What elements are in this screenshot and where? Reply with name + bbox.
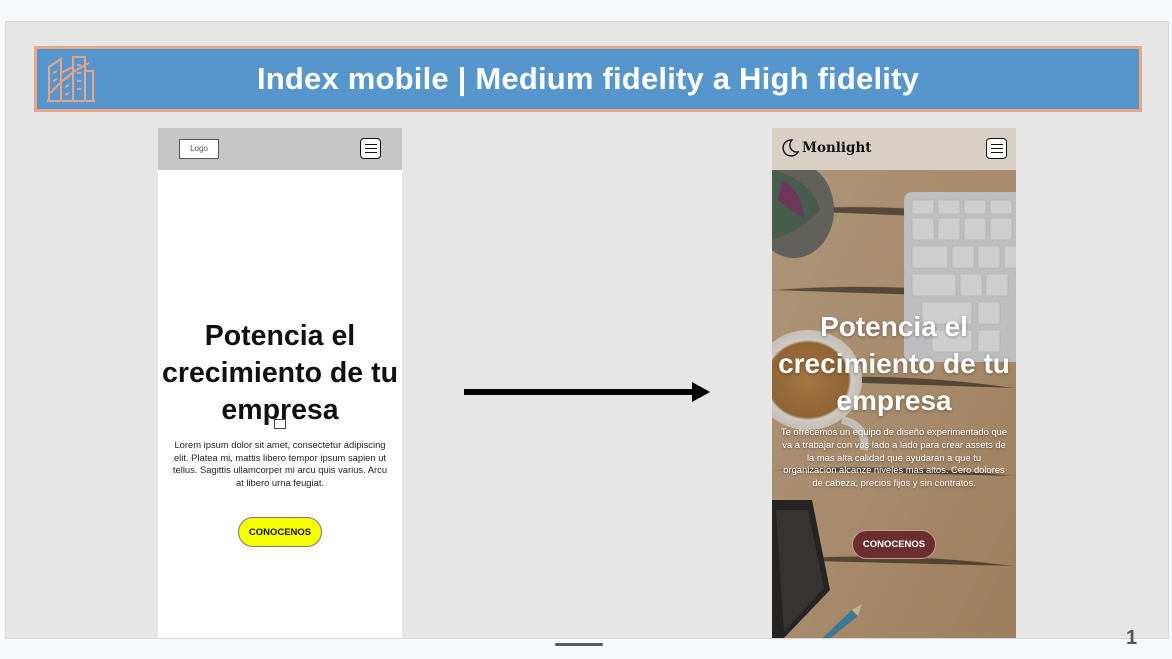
image-placeholder-icon xyxy=(274,419,286,429)
hf-header: Monlight xyxy=(772,128,1016,170)
hamburger-menu-icon[interactable] xyxy=(360,138,381,159)
title-banner: Index mobile | Medium fidelity a High fi… xyxy=(34,46,1142,112)
mf-body-text: Lorem ipsum dolor sit amet, consectetur … xyxy=(172,439,388,488)
hf-brand[interactable]: Monlight xyxy=(780,138,872,158)
hf-body-text: Te ofrecemos un equipo de diseño experim… xyxy=(780,426,1008,489)
page-number: 1 xyxy=(1126,627,1138,649)
scroll-indicator[interactable] xyxy=(555,643,603,646)
crescent-moon-icon xyxy=(782,139,800,157)
high-fidelity-mockup: Monlight Potencia el crecimiento de tu e… xyxy=(772,128,1016,638)
medium-fidelity-mockup: Logo Potencia el crecimiento de tu empre… xyxy=(158,128,402,638)
mf-conocenos-button[interactable]: CONOCENOS xyxy=(238,517,322,547)
hf-heading: Potencia el crecimiento de tu empresa xyxy=(778,311,1010,416)
hamburger-menu-icon[interactable] xyxy=(986,138,1007,159)
hf-conocenos-button[interactable]: CONOCENOS xyxy=(852,530,936,559)
slide-title: Index mobile | Medium fidelity a High fi… xyxy=(256,61,920,96)
right-arrow-icon xyxy=(464,382,710,402)
mf-heading: Potencia el crecimiento de tu empresa xyxy=(162,320,398,426)
mf-logo-placeholder[interactable]: Logo xyxy=(179,139,219,159)
mf-header: Logo xyxy=(158,128,402,170)
city-buildings-icon xyxy=(47,56,95,102)
hf-brand-name: Monlight xyxy=(802,140,872,156)
presentation-slide: Index mobile | Medium fidelity a High fi… xyxy=(5,21,1169,639)
